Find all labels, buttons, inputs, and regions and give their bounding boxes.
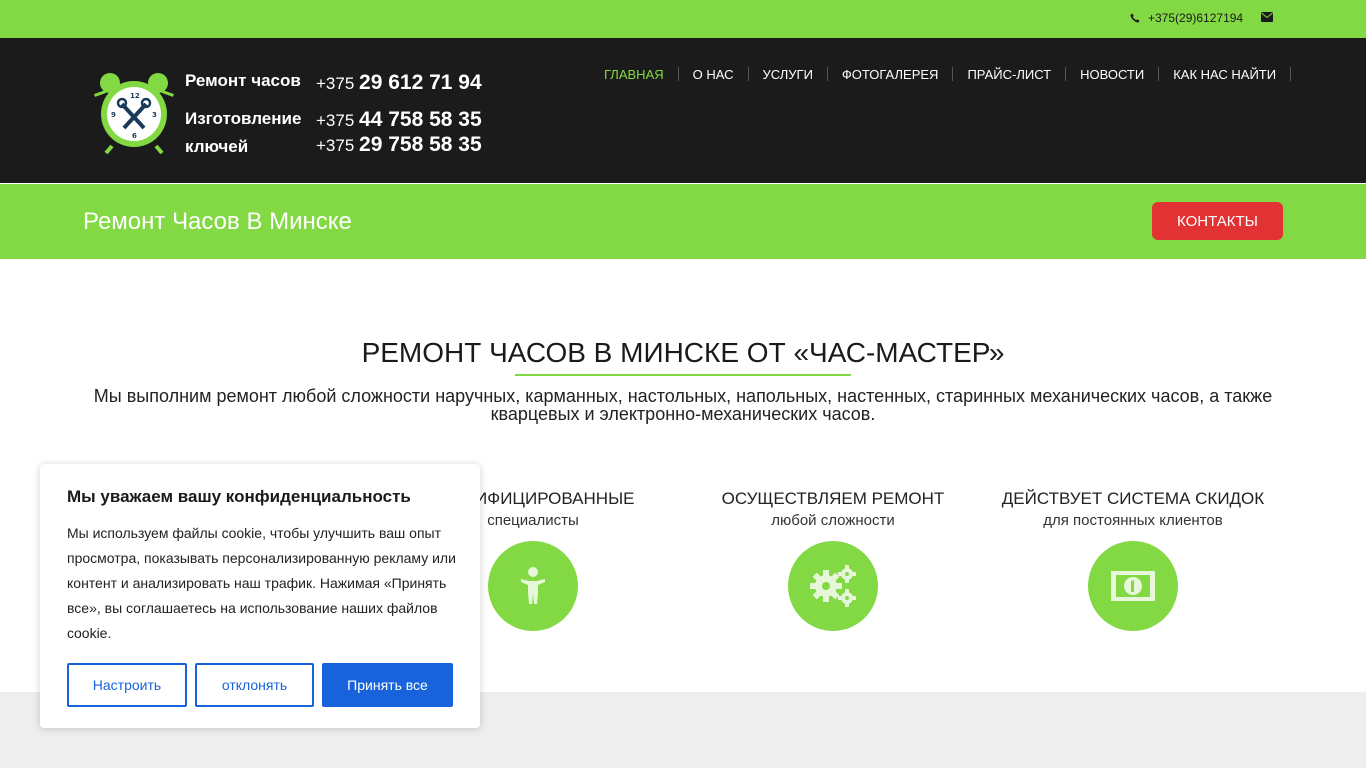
nav-item-gallery[interactable]: ФОТОГАЛЕРЕЯ [828, 67, 954, 82]
feature-title: ДЕЙСТВУЕТ СИСТЕМА СКИДОК [1001, 489, 1265, 508]
header-phone-2[interactable]: +375 44 758 58 35 [316, 108, 482, 132]
page-title: Ремонт Часов В Минске [83, 208, 352, 235]
svg-text:9: 9 [111, 111, 116, 119]
top-phone[interactable]: +375(29)6127194 [1130, 11, 1243, 25]
feature-circle [1088, 541, 1178, 631]
nav-item-news[interactable]: НОВОСТИ [1066, 67, 1160, 82]
phone-number: 29 612 71 94 [359, 71, 482, 94]
main-description: Мы выполним ремонт любой сложности наруч… [93, 386, 1273, 424]
heading-underline [515, 374, 851, 376]
feature-subtitle: любой сложности [771, 512, 895, 529]
logo-line-1: Ремонт часов [185, 71, 301, 90]
envelope-icon[interactable] [1261, 12, 1273, 22]
money-icon [1111, 571, 1155, 601]
phone-number: 29 758 58 35 [359, 133, 482, 156]
top-phone-text: +375(29)6127194 [1148, 11, 1244, 25]
svg-text:3: 3 [152, 111, 157, 119]
logo-line-2: Изготовление [185, 109, 302, 128]
phone-number: 44 758 58 35 [359, 108, 482, 131]
top-bar: +375(29)6127194 [0, 0, 1366, 38]
customize-button[interactable]: Настроить [67, 663, 187, 707]
nav-item-about[interactable]: О НАС [679, 67, 749, 82]
alarm-clock-logo-icon[interactable]: 12 9 3 6 [94, 72, 174, 154]
feature-circle [488, 541, 578, 631]
site-header: 12 9 3 6 Ремонт часов Изготовление ключе… [0, 38, 1366, 183]
nav-item-find-us[interactable]: КАК НАС НАЙТИ [1159, 67, 1292, 82]
nav-item-price-list[interactable]: ПРАЙС-ЛИСТ [953, 67, 1067, 82]
feature-discounts: ДЕЙСТВУЕТ СИСТЕМА СКИДОК для постоянных … [983, 489, 1283, 631]
phone-icon [1130, 13, 1140, 23]
gears-icon [810, 565, 856, 607]
logo-line-3: ключей [185, 137, 249, 156]
nav-item-home[interactable]: ГЛАВНАЯ [590, 67, 679, 82]
page-title-band: Ремонт Часов В Минске КОНТАКТЫ [0, 184, 1366, 259]
contacts-button[interactable]: КОНТАКТЫ [1152, 202, 1283, 240]
header-phone-1[interactable]: +375 29 612 71 94 [316, 71, 482, 95]
feature-repair: ОСУЩЕСТВЛЯЕМ РЕМОНТ любой сложности [683, 489, 983, 631]
phone-code: +375 [316, 111, 355, 130]
feature-subtitle: для постоянных клиентов [1043, 512, 1223, 529]
header-phone-3[interactable]: +375 29 758 58 35 [316, 133, 482, 157]
phone-code: +375 [316, 74, 355, 93]
svg-text:6: 6 [132, 132, 137, 140]
nav-item-services[interactable]: УСЛУГИ [749, 67, 828, 82]
reject-button[interactable]: отклонять [195, 663, 314, 707]
feature-title: ОСУЩЕСТВЛЯЕМ РЕМОНТ [721, 489, 945, 508]
cookie-text: Мы используем файлы cookie, чтобы улучши… [67, 525, 456, 641]
main-heading: РЕМОНТ ЧАСОВ В МИНСКЕ ОТ «ЧАС-МАСТЕР» [361, 337, 1005, 368]
feature-circle [788, 541, 878, 631]
svg-text:12: 12 [130, 92, 140, 100]
cookie-consent-dialog: Мы уважаем вашу конфиденциальность Мы ис… [40, 464, 480, 728]
accept-all-button[interactable]: Принять все [322, 663, 453, 707]
phone-code: +375 [316, 136, 355, 155]
main-nav: ГЛАВНАЯ О НАС УСЛУГИ ФОТОГАЛЕРЕЯ ПРАЙС-Л… [590, 66, 1292, 82]
cookie-title: Мы уважаем вашу конфиденциальность [67, 487, 411, 506]
person-icon [521, 567, 545, 604]
